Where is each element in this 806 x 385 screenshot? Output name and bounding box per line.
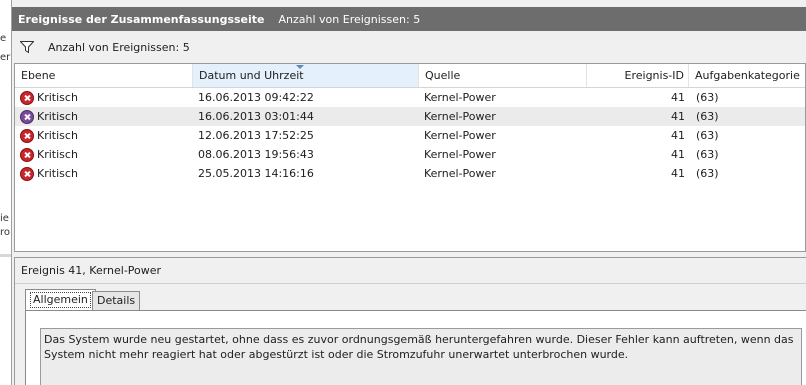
column-label: Ereignis-ID bbox=[624, 69, 684, 82]
pane-splitter[interactable] bbox=[0, 254, 11, 257]
level-text: Kritisch bbox=[37, 148, 78, 161]
category-cell: (63) bbox=[696, 148, 719, 161]
level-cell: Kritisch bbox=[20, 164, 190, 183]
level-cell: Kritisch bbox=[20, 145, 190, 164]
filter-count-text: Anzahl von Ereignissen: 5 bbox=[48, 40, 190, 54]
column-header-datetime[interactable]: Datum und Uhrzeit bbox=[193, 64, 419, 87]
datetime-cell: 25.05.2013 14:16:16 bbox=[198, 167, 314, 180]
event-count: Anzahl von Ereignissen: 5 bbox=[278, 12, 421, 26]
left-pane-text: er bbox=[0, 52, 11, 63]
events-table: Ebene Datum und Uhrzeit Quelle Ereignis-… bbox=[14, 63, 806, 252]
datetime-cell: 12.06.2013 17:52:25 bbox=[198, 129, 314, 142]
column-header-source[interactable]: Quelle bbox=[419, 64, 587, 87]
event-id-cell: 41 bbox=[671, 148, 685, 161]
datetime-cell: 08.06.2013 19:56:43 bbox=[198, 148, 314, 161]
column-header-level[interactable]: Ebene bbox=[15, 64, 193, 87]
critical-error-icon bbox=[20, 166, 34, 181]
left-pane-text: ro bbox=[0, 227, 11, 238]
column-label: Datum und Uhrzeit bbox=[199, 69, 304, 82]
column-header-task-category[interactable]: Aufgabenkategorie bbox=[689, 64, 805, 87]
table-row[interactable]: Kritisch 16.06.2013 09:42:22 Kernel-Powe… bbox=[15, 88, 805, 107]
source-cell: Kernel-Power bbox=[424, 167, 496, 180]
source-cell: Kernel-Power bbox=[424, 148, 496, 161]
details-divider bbox=[15, 283, 806, 284]
category-cell: (63) bbox=[696, 167, 719, 180]
table-row[interactable]: Kritisch 16.06.2013 03:01:44 Kernel-Powe… bbox=[15, 107, 805, 126]
event-id-cell: 41 bbox=[671, 110, 685, 123]
summary-titlebar: Ereignisse der Zusammenfassungsseite Anz… bbox=[12, 7, 806, 31]
column-header-event-id[interactable]: Ereignis-ID bbox=[587, 64, 689, 87]
source-cell: Kernel-Power bbox=[424, 91, 496, 104]
event-id-cell: 41 bbox=[671, 167, 685, 180]
column-label: Ebene bbox=[21, 69, 56, 82]
event-details-title: Ereignis 41, Kernel-Power bbox=[21, 264, 162, 277]
table-header: Ebene Datum und Uhrzeit Quelle Ereignis-… bbox=[15, 64, 805, 88]
column-label: Quelle bbox=[425, 69, 461, 82]
event-details-pane: Ereignis 41, Kernel-Power Allgemein Deta… bbox=[14, 257, 806, 385]
event-id-cell: 41 bbox=[671, 129, 685, 142]
source-cell: Kernel-Power bbox=[424, 129, 496, 142]
level-text: Kritisch bbox=[37, 167, 78, 180]
level-cell: Kritisch bbox=[20, 88, 190, 107]
filter-bar: Anzahl von Ereignissen: 5 bbox=[12, 33, 806, 61]
event-description[interactable]: Das System wurde neu gestartet, ohne das… bbox=[40, 328, 802, 385]
critical-error-icon bbox=[20, 128, 34, 143]
level-cell: Kritisch bbox=[20, 107, 190, 126]
datetime-cell: 16.06.2013 03:01:44 bbox=[198, 110, 314, 123]
table-row[interactable]: Kritisch 25.05.2013 14:16:16 Kernel-Powe… bbox=[15, 164, 805, 183]
filter-funnel-icon[interactable] bbox=[20, 41, 34, 53]
column-label: Aufgabenkategorie bbox=[695, 69, 800, 82]
category-cell: (63) bbox=[696, 129, 719, 142]
critical-error-icon bbox=[20, 109, 34, 124]
level-text: Kritisch bbox=[37, 91, 78, 104]
tab-general[interactable]: Allgemein bbox=[25, 289, 96, 311]
left-pane-text: ie bbox=[0, 213, 9, 224]
critical-error-icon bbox=[20, 147, 34, 162]
page-title: Ereignisse der Zusammenfassungsseite bbox=[18, 12, 265, 26]
tab-panel-general: Das System wurde neu gestartet, ohne das… bbox=[25, 310, 806, 385]
table-row[interactable]: Kritisch 12.06.2013 17:52:25 Kernel-Powe… bbox=[15, 126, 805, 145]
tab-label: Allgemein bbox=[30, 292, 91, 308]
table-row[interactable]: Kritisch 08.06.2013 19:56:43 Kernel-Powe… bbox=[15, 145, 805, 164]
category-cell: (63) bbox=[696, 110, 719, 123]
tab-label: Details bbox=[97, 294, 136, 307]
datetime-cell: 16.06.2013 09:42:22 bbox=[198, 91, 314, 104]
level-text: Kritisch bbox=[37, 129, 78, 142]
event-id-cell: 41 bbox=[671, 91, 685, 104]
source-cell: Kernel-Power bbox=[424, 110, 496, 123]
level-text: Kritisch bbox=[37, 110, 78, 123]
critical-error-icon bbox=[20, 90, 34, 105]
left-navigation-pane: e er ie ro bbox=[0, 0, 12, 385]
tab-details[interactable]: Details bbox=[92, 291, 141, 311]
sort-desc-icon bbox=[296, 65, 304, 69]
level-cell: Kritisch bbox=[20, 126, 190, 145]
category-cell: (63) bbox=[696, 91, 719, 104]
left-pane-text: e bbox=[0, 33, 7, 44]
